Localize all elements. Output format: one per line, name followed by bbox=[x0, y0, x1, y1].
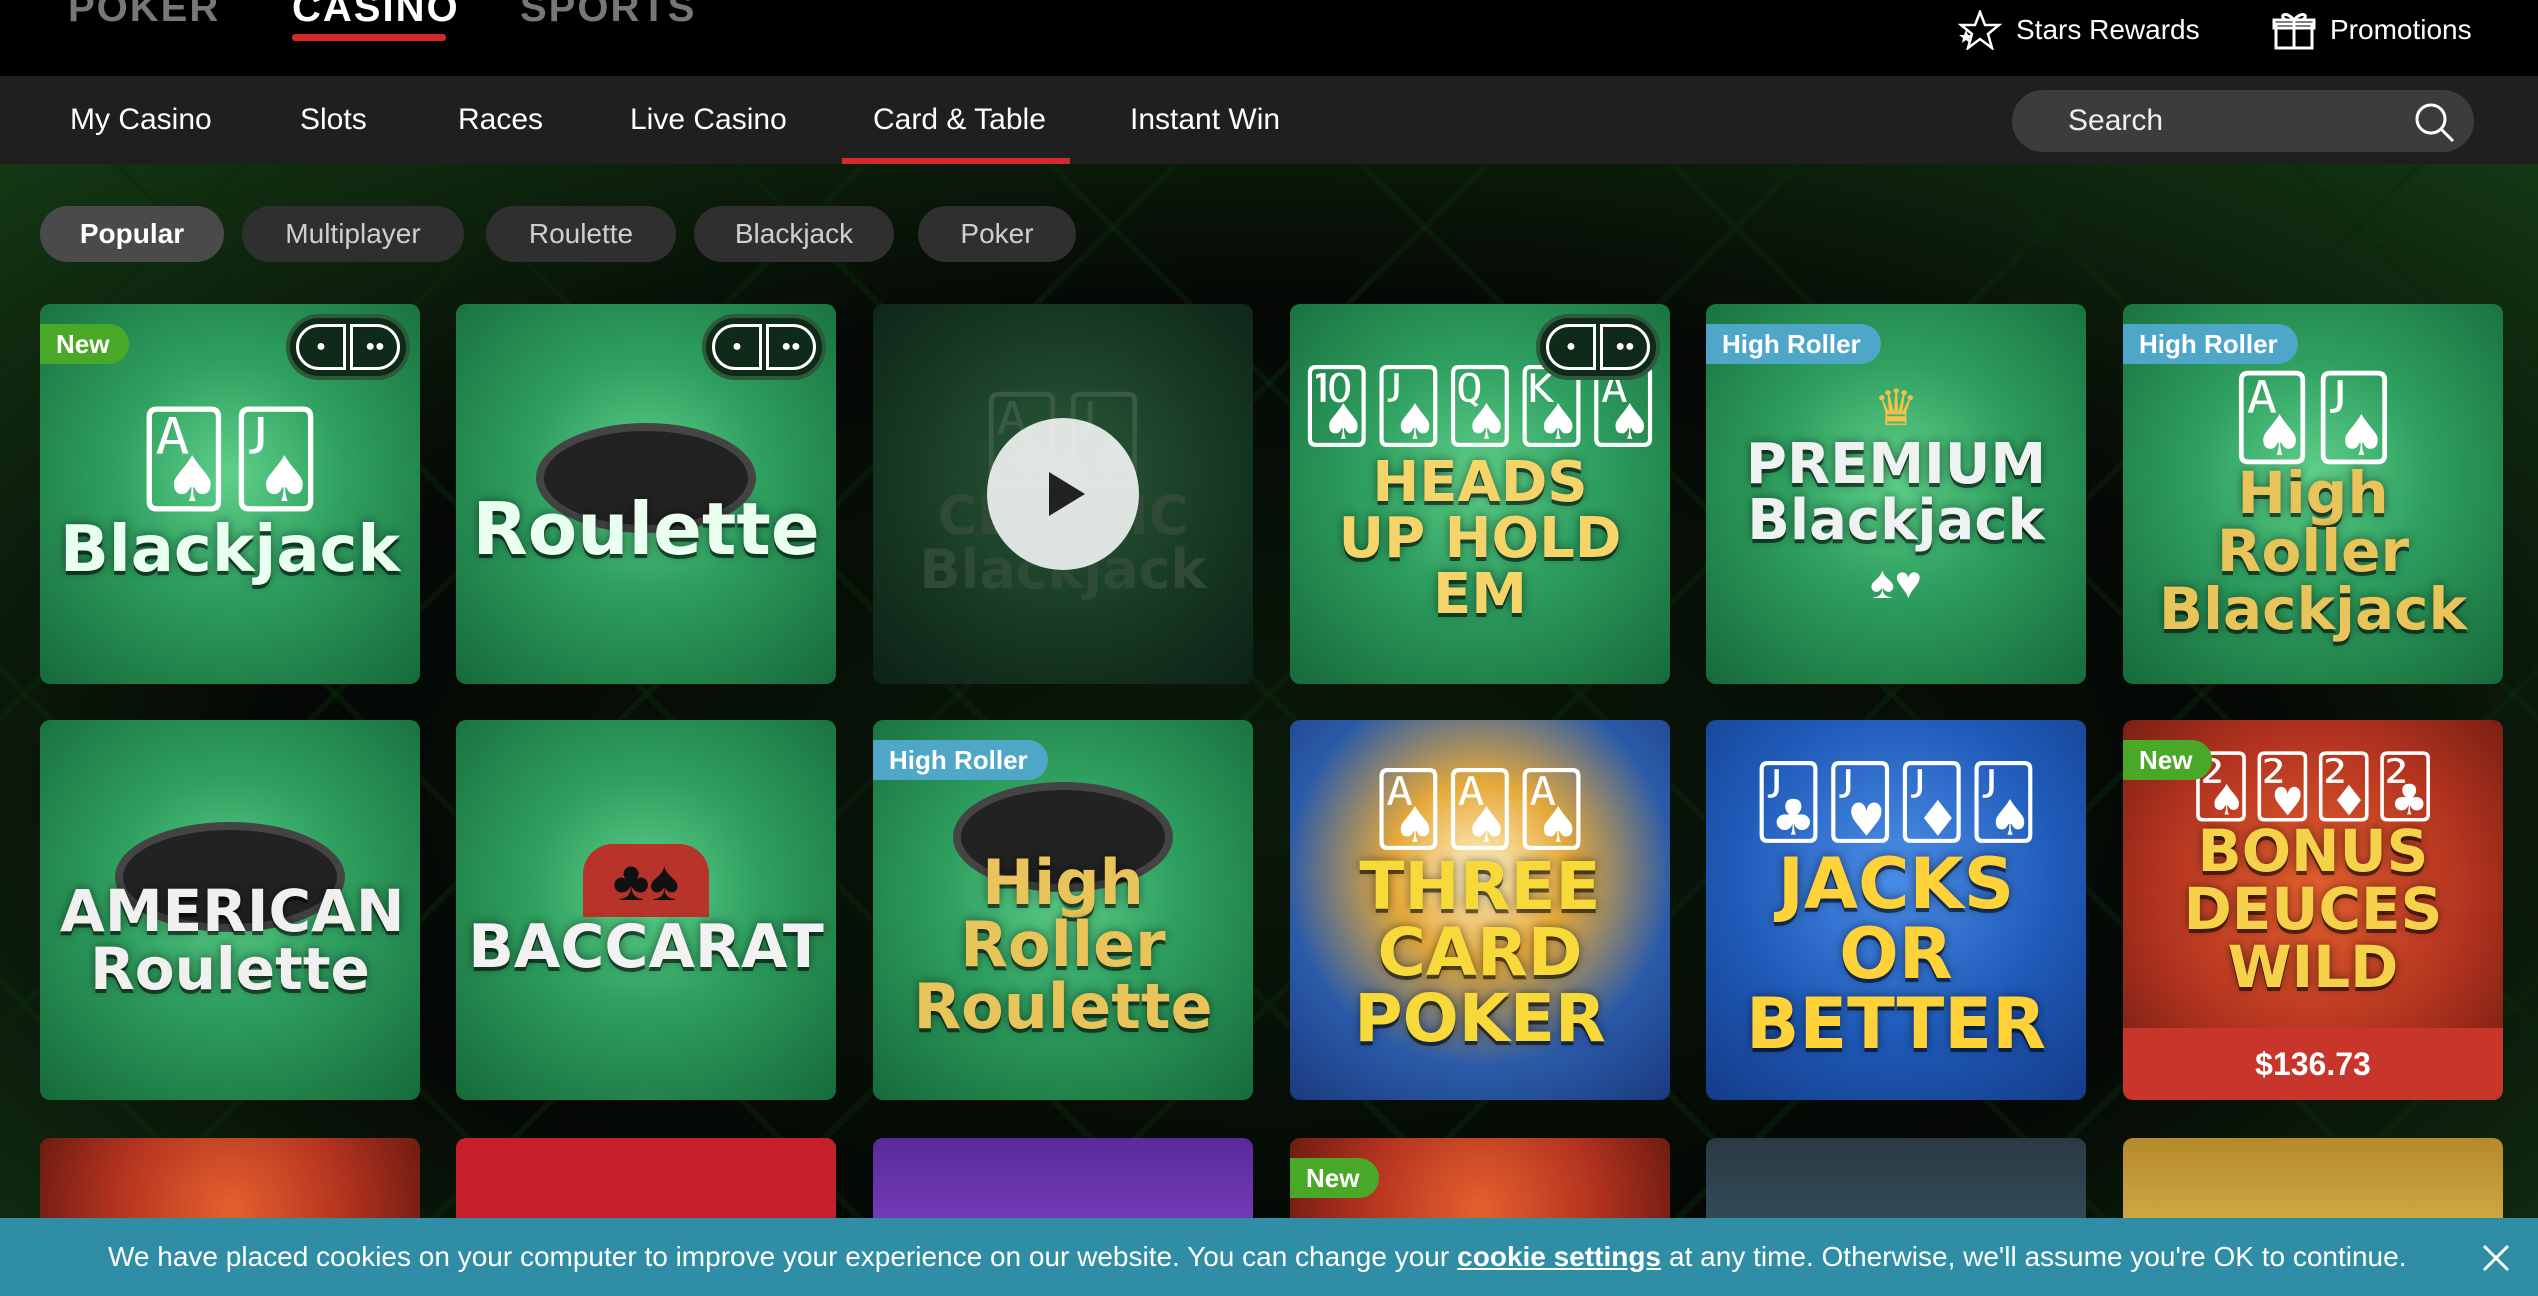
game-art: AMERICAN Roulette bbox=[40, 720, 420, 1100]
game-tile-high-roller-blackjack[interactable]: 🂡🂫 High Roller Blackjack High Roller bbox=[2123, 304, 2503, 684]
casino-subnav: My Casino Slots Races Live Casino Card &… bbox=[0, 76, 2538, 164]
subnav-live-casino[interactable]: Live Casino bbox=[630, 76, 787, 164]
game-title: BONUS DEUCES WILD bbox=[2183, 817, 2443, 1001]
top-bar: POKER CASINO SPORTS Stars Rewards Promot… bbox=[0, 0, 2538, 76]
cookie-banner: We have placed cookies on your computer … bbox=[0, 1218, 2538, 1296]
game-tile-heads-up-hold-em[interactable]: 🂪🂫🂭🂮🂡 HEADS UP HOLD EM ● ●● bbox=[1290, 304, 1670, 684]
promotions-link[interactable]: Promotions bbox=[2272, 10, 2472, 50]
game-title: BACCARAT bbox=[468, 911, 824, 982]
filter-poker[interactable]: Poker bbox=[918, 206, 1076, 262]
multiplayer-icon: ● ●● bbox=[1536, 314, 1660, 380]
game-title: Roulette bbox=[472, 487, 820, 571]
game-tile-roulette[interactable]: Roulette ● ●● bbox=[456, 304, 836, 684]
playing-cards-icon: 🂡🂫 bbox=[2231, 372, 2395, 462]
game-tile-premium-blackjack[interactable]: ♛ PREMIUM Blackjack ♠♥ High Roller bbox=[1706, 304, 2086, 684]
game-tile-three-card-poker[interactable]: 🂡🂡🂡 THREE CARD POKER bbox=[1290, 720, 1670, 1100]
cookie-text: We have placed cookies on your computer … bbox=[108, 1241, 1450, 1272]
playing-cards-icon: 🃛🂻🃋🂫 bbox=[1752, 763, 2040, 841]
search-input[interactable]: Search bbox=[2012, 90, 2474, 152]
gift-icon bbox=[2272, 13, 2316, 50]
stars-rewards-label: Stars Rewards bbox=[2016, 14, 2200, 45]
multi-player-icon: ●● bbox=[350, 324, 400, 370]
card-suits-icon: ♠♥ bbox=[1870, 556, 1922, 608]
product-tab-sports[interactable]: SPORTS bbox=[520, 0, 696, 31]
game-title: AMERICAN Roulette bbox=[60, 877, 405, 1003]
stars-icon bbox=[1958, 10, 2002, 50]
game-title: THREE CARD POKER bbox=[1354, 848, 1606, 1057]
play-icon bbox=[1049, 472, 1085, 516]
cookie-text-end: at any time. Otherwise, we'll assume you… bbox=[1669, 1241, 2407, 1272]
game-tile-blackjack[interactable]: 🂡🂫 Blackjack New ● ●● bbox=[40, 304, 420, 684]
game-title: PREMIUM Blackjack bbox=[1745, 432, 2047, 553]
playing-cards-icon: 🂡🂡🂡 bbox=[1372, 770, 1588, 848]
play-button[interactable] bbox=[987, 418, 1139, 570]
game-title: JACKS OR BETTER bbox=[1746, 843, 2046, 1065]
single-player-icon: ● bbox=[712, 324, 762, 370]
game-tile-american-roulette[interactable]: AMERICAN Roulette bbox=[40, 720, 420, 1100]
high-roller-badge: High Roller bbox=[873, 740, 1048, 780]
new-badge: New bbox=[40, 324, 130, 364]
single-player-icon: ● bbox=[1546, 324, 1596, 370]
card-suits-icon: ♣♠ bbox=[582, 843, 710, 917]
search-icon[interactable] bbox=[2412, 100, 2456, 144]
stars-rewards-link[interactable]: Stars Rewards bbox=[1958, 10, 2200, 50]
playing-cards-icon: 🂢🂲🃂🃒 bbox=[2190, 753, 2436, 820]
subnav-my-casino[interactable]: My Casino bbox=[70, 76, 212, 164]
multi-player-icon: ●● bbox=[766, 324, 816, 370]
subnav-races[interactable]: Races bbox=[458, 76, 543, 164]
game-title: HEADS UP HOLD EM bbox=[1338, 450, 1622, 627]
cookie-settings-link[interactable]: cookie settings bbox=[1457, 1241, 1661, 1273]
filter-popular[interactable]: Popular bbox=[40, 206, 224, 262]
product-tab-poker[interactable]: POKER bbox=[68, 0, 220, 31]
new-badge: New bbox=[1290, 1158, 1380, 1198]
game-art: 🃛🂻🃋🂫 JACKS OR BETTER bbox=[1706, 720, 2086, 1100]
multiplayer-icon: ● ●● bbox=[702, 314, 826, 380]
crown-icon: ♛ bbox=[1873, 380, 1919, 436]
playing-cards-icon: 🂡🂫 bbox=[137, 409, 323, 510]
jackpot-amount: $136.73 bbox=[2123, 1028, 2503, 1100]
game-art: ♣♠ BACCARAT bbox=[456, 720, 836, 1100]
product-tab-casino[interactable]: CASINO bbox=[292, 0, 460, 31]
game-title: High Roller Blackjack bbox=[2158, 458, 2468, 643]
game-art: 🂡🂡🂡 THREE CARD POKER bbox=[1290, 720, 1670, 1100]
subnav-instant-win[interactable]: Instant Win bbox=[1130, 76, 1280, 164]
promotions-label: Promotions bbox=[2330, 14, 2472, 45]
new-badge: New bbox=[2123, 740, 2213, 780]
high-roller-badge: High Roller bbox=[2123, 324, 2298, 364]
filter-multiplayer[interactable]: Multiplayer bbox=[242, 206, 464, 262]
active-product-indicator bbox=[292, 34, 446, 41]
game-tile-baccarat[interactable]: ♣♠ BACCARAT bbox=[456, 720, 836, 1100]
high-roller-badge: High Roller bbox=[1706, 324, 1881, 364]
multi-player-icon: ●● bbox=[1600, 324, 1650, 370]
game-tile-classic-blackjack[interactable]: 🂡🂫 CLASSIC Blackjack bbox=[873, 304, 1253, 684]
multiplayer-icon: ● ●● bbox=[286, 314, 410, 380]
game-tile-high-roller-roulette[interactable]: High Roller Roulette High Roller bbox=[873, 720, 1253, 1100]
close-icon[interactable] bbox=[2478, 1240, 2514, 1276]
game-tile-bonus-deuces-wild[interactable]: 🂢🂲🃂🃒 BONUS DEUCES WILD New $136.73 bbox=[2123, 720, 2503, 1100]
game-title: High Roller Roulette bbox=[913, 846, 1213, 1043]
game-title: Blackjack bbox=[59, 512, 401, 587]
filter-roulette[interactable]: Roulette bbox=[486, 206, 676, 262]
game-tile-jacks-or-better[interactable]: 🃛🂻🃋🂫 JACKS OR BETTER bbox=[1706, 720, 2086, 1100]
subnav-card-table[interactable]: Card & Table bbox=[873, 76, 1046, 164]
filter-blackjack[interactable]: Blackjack bbox=[694, 206, 894, 262]
search-placeholder: Search bbox=[2068, 104, 2164, 137]
subnav-slots[interactable]: Slots bbox=[300, 76, 367, 164]
single-player-icon: ● bbox=[296, 324, 346, 370]
